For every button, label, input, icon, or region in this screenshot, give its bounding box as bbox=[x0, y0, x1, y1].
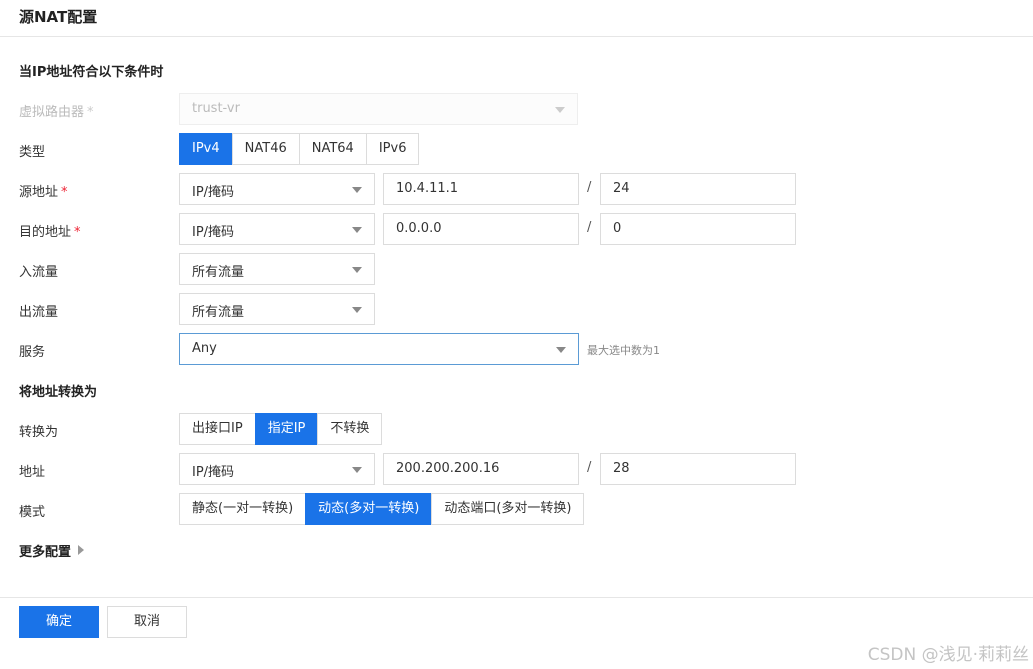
virtual-router-value: trust-vr bbox=[192, 101, 240, 116]
slash-separator: / bbox=[587, 220, 592, 235]
egress-value: 所有流量 bbox=[192, 305, 245, 320]
destination-mode-select[interactable]: IP/掩码 bbox=[179, 213, 375, 245]
ingress-value: 所有流量 bbox=[192, 265, 245, 280]
translate-to-segmented-control: 出接口IP 指定IP 不转换 bbox=[179, 413, 383, 445]
address-mode-value: IP/掩码 bbox=[192, 465, 235, 480]
service-hint: 最大选中数为1 bbox=[587, 344, 660, 357]
required-mark: * bbox=[74, 225, 81, 240]
translate-option-specified-ip[interactable]: 指定IP bbox=[254, 413, 319, 445]
address-mask-value: 28 bbox=[613, 461, 630, 476]
translate-option-egress-ip[interactable]: 出接口IP bbox=[179, 413, 256, 445]
cancel-button[interactable]: 取消 bbox=[107, 606, 187, 638]
dialog-title: 源NAT配置 bbox=[19, 8, 98, 26]
watermark: CSDN @浅见·莉莉丝 bbox=[867, 645, 1029, 665]
row-source-address: 源地址 * IP/掩码 10.4.11.1 / 24 bbox=[0, 173, 1033, 205]
row-destination-address: 目的地址 * IP/掩码 0.0.0.0 / 0 bbox=[0, 213, 1033, 245]
ingress-label: 入流量 bbox=[19, 265, 59, 280]
translate-option-no-translate[interactable]: 不转换 bbox=[317, 413, 383, 445]
required-mark: * bbox=[61, 185, 68, 200]
virtual-router-label: 虚拟路由器 * bbox=[19, 105, 94, 120]
row-ingress: 入流量 所有流量 bbox=[0, 253, 1033, 285]
row-virtual-router: 虚拟路由器 * trust-vr bbox=[0, 93, 1033, 125]
required-mark: * bbox=[87, 105, 94, 120]
source-mode-select[interactable]: IP/掩码 bbox=[179, 173, 375, 205]
chevron-down-icon bbox=[555, 107, 565, 113]
address-mode-select[interactable]: IP/掩码 bbox=[179, 453, 375, 485]
ingress-select[interactable]: 所有流量 bbox=[179, 253, 375, 285]
slash-separator: / bbox=[587, 180, 592, 195]
source-mask-value: 24 bbox=[613, 181, 630, 196]
type-label: 类型 bbox=[19, 145, 46, 160]
service-select[interactable]: Any bbox=[179, 333, 579, 365]
address-ip-input[interactable]: 200.200.200.16 bbox=[383, 453, 579, 485]
mode-option-dynamic-port[interactable]: 动态端口(多对一转换) bbox=[431, 493, 585, 525]
type-option-nat64[interactable]: NAT64 bbox=[298, 133, 367, 165]
type-option-ipv6[interactable]: IPv6 bbox=[365, 133, 420, 165]
destination-mode-value: IP/掩码 bbox=[192, 225, 235, 240]
virtual-router-select: trust-vr bbox=[179, 93, 578, 125]
mode-option-dynamic[interactable]: 动态(多对一转换) bbox=[305, 493, 433, 525]
chevron-down-icon bbox=[352, 227, 362, 233]
row-egress: 出流量 所有流量 bbox=[0, 293, 1033, 325]
chevron-down-icon bbox=[352, 187, 362, 193]
mode-label: 模式 bbox=[19, 505, 46, 520]
destination-address-label: 目的地址 * bbox=[19, 225, 81, 240]
row-type: 类型 IPv4 NAT46 NAT64 IPv6 bbox=[0, 133, 1033, 165]
destination-ip-input[interactable]: 0.0.0.0 bbox=[383, 213, 579, 245]
service-label: 服务 bbox=[19, 345, 46, 360]
mode-option-static[interactable]: 静态(一对一转换) bbox=[179, 493, 307, 525]
destination-mask-input[interactable]: 0 bbox=[600, 213, 796, 245]
address-mask-input[interactable]: 28 bbox=[600, 453, 796, 485]
more-config-label: 更多配置 bbox=[19, 545, 72, 560]
source-mode-value: IP/掩码 bbox=[192, 185, 235, 200]
slash-separator: / bbox=[587, 460, 592, 475]
source-ip-input[interactable]: 10.4.11.1 bbox=[383, 173, 579, 205]
mode-segmented-control: 静态(一对一转换) 动态(多对一转换) 动态端口(多对一转换) bbox=[179, 493, 585, 525]
egress-label: 出流量 bbox=[19, 305, 59, 320]
row-service: 服务 Any 最大选中数为1 bbox=[0, 333, 1033, 365]
section-title-translate: 将地址转换为 bbox=[19, 385, 98, 400]
address-label: 地址 bbox=[19, 465, 46, 480]
destination-mask-value: 0 bbox=[613, 221, 622, 236]
chevron-down-icon bbox=[556, 347, 566, 353]
type-option-nat46[interactable]: NAT46 bbox=[231, 133, 300, 165]
row-address: 地址 IP/掩码 200.200.200.16 / 28 bbox=[0, 453, 1033, 485]
chevron-down-icon bbox=[352, 267, 362, 273]
row-mode: 模式 静态(一对一转换) 动态(多对一转换) 动态端口(多对一转换) bbox=[0, 493, 1033, 525]
source-mask-input[interactable]: 24 bbox=[600, 173, 796, 205]
address-ip-value: 200.200.200.16 bbox=[396, 461, 500, 476]
caret-right-icon bbox=[78, 545, 85, 555]
chevron-down-icon bbox=[352, 467, 362, 473]
service-value: Any bbox=[192, 341, 217, 356]
source-address-label: 源地址 * bbox=[19, 185, 68, 200]
source-ip-value: 10.4.11.1 bbox=[396, 181, 459, 196]
ok-button[interactable]: 确定 bbox=[19, 606, 99, 638]
chevron-down-icon bbox=[352, 307, 362, 313]
section-title-condition: 当IP地址符合以下条件时 bbox=[19, 65, 164, 80]
translate-to-label: 转换为 bbox=[19, 425, 59, 440]
row-translate-to: 转换为 出接口IP 指定IP 不转换 bbox=[0, 413, 1033, 445]
type-option-ipv4[interactable]: IPv4 bbox=[179, 133, 233, 165]
type-segmented-control: IPv4 NAT46 NAT64 IPv6 bbox=[179, 133, 420, 165]
egress-select[interactable]: 所有流量 bbox=[179, 293, 375, 325]
more-config-toggle[interactable]: 更多配置 bbox=[19, 541, 85, 560]
dialog-header: 源NAT配置 bbox=[0, 0, 1033, 37]
destination-ip-value: 0.0.0.0 bbox=[396, 221, 442, 236]
